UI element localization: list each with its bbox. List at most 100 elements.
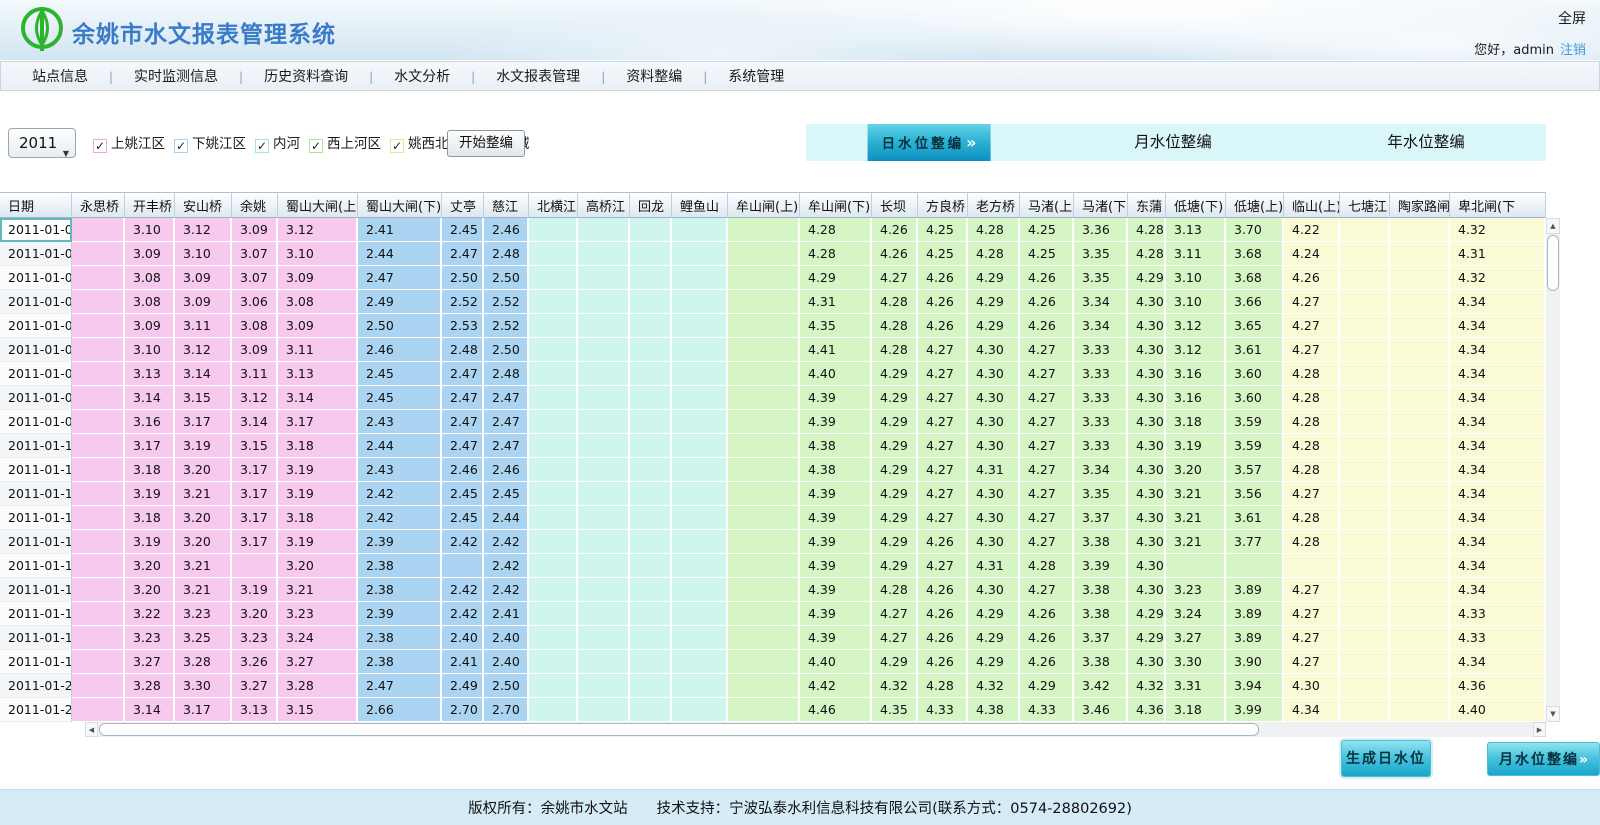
- value-cell[interactable]: [529, 554, 578, 578]
- value-cell[interactable]: 3.89: [1226, 578, 1284, 602]
- value-cell[interactable]: 4.26: [1020, 290, 1074, 314]
- value-cell[interactable]: 4.29: [872, 410, 918, 434]
- value-cell[interactable]: 4.31: [968, 458, 1020, 482]
- value-cell[interactable]: 3.10: [1166, 266, 1226, 290]
- value-cell[interactable]: 3.68: [1226, 242, 1284, 266]
- value-cell[interactable]: 4.32: [1128, 674, 1166, 698]
- value-cell[interactable]: 3.20: [232, 602, 278, 626]
- value-cell[interactable]: [630, 626, 672, 650]
- value-cell[interactable]: 2.42: [484, 578, 529, 602]
- value-cell[interactable]: 4.33: [1450, 602, 1546, 626]
- value-cell[interactable]: 3.09: [232, 338, 278, 362]
- value-cell[interactable]: 4.46: [800, 698, 872, 722]
- value-cell[interactable]: [728, 530, 800, 554]
- checkbox-icon[interactable]: ✓: [174, 139, 188, 153]
- value-cell[interactable]: 3.12: [175, 338, 232, 362]
- date-cell[interactable]: 2011-01-13: [0, 506, 72, 530]
- value-cell[interactable]: [1390, 338, 1450, 362]
- value-cell[interactable]: 4.33: [1020, 698, 1074, 722]
- value-cell[interactable]: 4.29: [968, 650, 1020, 674]
- value-cell[interactable]: 4.29: [872, 434, 918, 458]
- value-cell[interactable]: [728, 266, 800, 290]
- value-cell[interactable]: 3.33: [1074, 386, 1128, 410]
- value-cell[interactable]: 3.20: [1166, 458, 1226, 482]
- value-cell[interactable]: 3.08: [125, 266, 175, 290]
- value-cell[interactable]: 3.77: [1226, 530, 1284, 554]
- value-cell[interactable]: 2.50: [442, 266, 484, 290]
- value-cell[interactable]: 4.30: [1128, 386, 1166, 410]
- value-cell[interactable]: 4.27: [1020, 338, 1074, 362]
- value-cell[interactable]: 2.47: [484, 410, 529, 434]
- value-cell[interactable]: 4.28: [1284, 386, 1340, 410]
- value-cell[interactable]: 4.30: [1128, 362, 1166, 386]
- value-cell[interactable]: 4.35: [800, 314, 872, 338]
- value-cell[interactable]: 4.22: [1284, 218, 1340, 242]
- scroll-right-icon[interactable]: ▶: [1533, 722, 1546, 737]
- value-cell[interactable]: [728, 410, 800, 434]
- value-cell[interactable]: 2.45: [442, 482, 484, 506]
- value-cell[interactable]: [72, 314, 125, 338]
- value-cell[interactable]: [72, 338, 125, 362]
- region-checkbox-3[interactable]: ✓内河: [255, 130, 300, 157]
- value-cell[interactable]: 4.28: [1128, 218, 1166, 242]
- value-cell[interactable]: 4.38: [968, 698, 1020, 722]
- value-cell[interactable]: 4.28: [1284, 506, 1340, 530]
- value-cell[interactable]: 3.09: [125, 242, 175, 266]
- value-cell[interactable]: [578, 482, 630, 506]
- value-cell[interactable]: [1390, 626, 1450, 650]
- value-cell[interactable]: 4.40: [800, 362, 872, 386]
- value-cell[interactable]: 4.29: [872, 362, 918, 386]
- value-cell[interactable]: 4.28: [872, 578, 918, 602]
- value-cell[interactable]: 2.47: [358, 266, 442, 290]
- region-checkbox-4[interactable]: ✓西上河区: [309, 130, 381, 157]
- monthly-compile-button[interactable]: 月水位整编»: [1487, 742, 1600, 776]
- value-cell[interactable]: 3.09: [175, 266, 232, 290]
- value-cell[interactable]: [578, 386, 630, 410]
- date-cell[interactable]: 2011-01-08: [0, 386, 72, 410]
- scroll-left-icon[interactable]: ◀: [85, 722, 98, 737]
- value-cell[interactable]: [728, 650, 800, 674]
- value-cell[interactable]: [630, 458, 672, 482]
- value-cell[interactable]: [728, 314, 800, 338]
- value-cell[interactable]: [728, 458, 800, 482]
- nav-item-4[interactable]: 水文分析: [394, 63, 450, 91]
- value-cell[interactable]: 4.30: [1128, 650, 1166, 674]
- date-cell[interactable]: 2011-01-05: [0, 314, 72, 338]
- value-cell[interactable]: 4.27: [1284, 290, 1340, 314]
- value-cell[interactable]: 2.50: [484, 338, 529, 362]
- value-cell[interactable]: 4.36: [1128, 698, 1166, 722]
- value-cell[interactable]: 4.27: [1284, 650, 1340, 674]
- value-cell[interactable]: 2.46: [442, 458, 484, 482]
- value-cell[interactable]: [1226, 554, 1284, 578]
- value-cell[interactable]: [1340, 386, 1390, 410]
- date-cell[interactable]: 2011-01-02: [0, 242, 72, 266]
- value-cell[interactable]: 2.47: [442, 386, 484, 410]
- value-cell[interactable]: 4.27: [1284, 602, 1340, 626]
- region-checkbox-2[interactable]: ✓下姚江区: [174, 130, 246, 157]
- value-cell[interactable]: [1390, 458, 1450, 482]
- value-cell[interactable]: 2.47: [484, 434, 529, 458]
- value-cell[interactable]: 2.40: [484, 626, 529, 650]
- nav-item-1[interactable]: 站点信息: [32, 63, 88, 91]
- value-cell[interactable]: 4.29: [968, 266, 1020, 290]
- value-cell[interactable]: 4.30: [1128, 554, 1166, 578]
- value-cell[interactable]: 2.41: [442, 650, 484, 674]
- value-cell[interactable]: [1390, 362, 1450, 386]
- value-cell[interactable]: 3.89: [1226, 602, 1284, 626]
- value-cell[interactable]: 4.27: [1284, 626, 1340, 650]
- value-cell[interactable]: [1390, 578, 1450, 602]
- value-cell[interactable]: [1340, 362, 1390, 386]
- value-cell[interactable]: [578, 290, 630, 314]
- value-cell[interactable]: 2.45: [442, 218, 484, 242]
- value-cell[interactable]: 4.29: [968, 602, 1020, 626]
- value-cell[interactable]: [72, 554, 125, 578]
- value-cell[interactable]: 3.66: [1226, 290, 1284, 314]
- value-cell[interactable]: [728, 626, 800, 650]
- value-cell[interactable]: [630, 530, 672, 554]
- value-cell[interactable]: 3.38: [1074, 530, 1128, 554]
- value-cell[interactable]: 4.25: [918, 242, 968, 266]
- value-cell[interactable]: [529, 266, 578, 290]
- value-cell[interactable]: 3.59: [1226, 410, 1284, 434]
- value-cell[interactable]: 4.27: [918, 482, 968, 506]
- value-cell[interactable]: 3.24: [1166, 602, 1226, 626]
